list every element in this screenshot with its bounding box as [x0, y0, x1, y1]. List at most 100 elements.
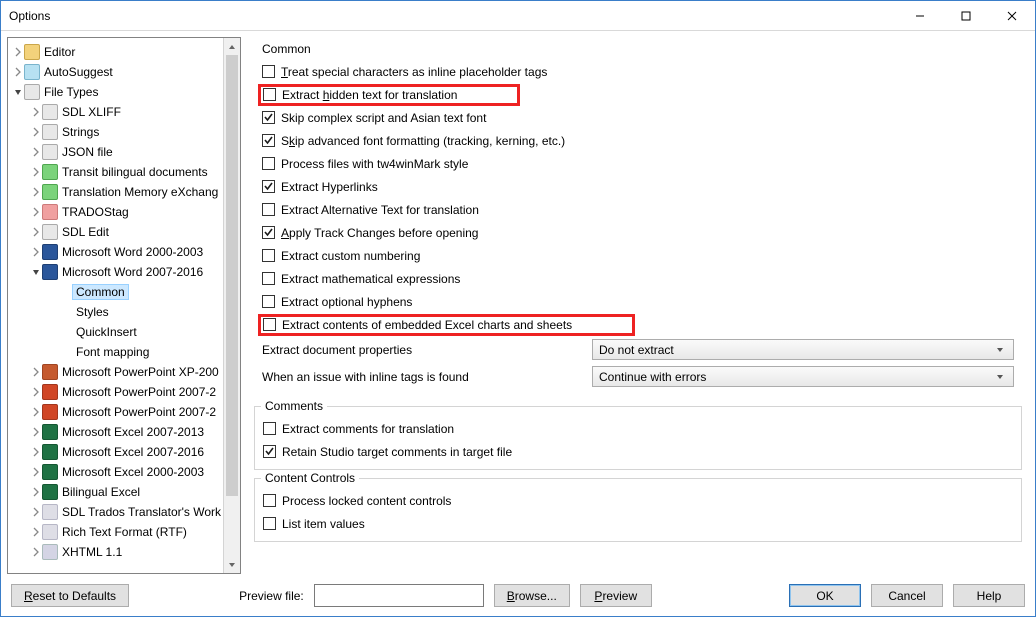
preview-file-input[interactable] [314, 584, 484, 607]
checkbox[interactable] [263, 517, 276, 530]
tree-node[interactable]: Styles [8, 302, 240, 322]
checkbox[interactable] [263, 318, 276, 331]
preview-file-label: Preview file: [239, 589, 304, 603]
checkbox[interactable] [263, 88, 276, 101]
checkbox-label[interactable]: Extract optional hyphens [281, 295, 412, 309]
checkbox-label[interactable]: Extract mathematical expressions [281, 272, 460, 286]
twisty-collapsed-icon[interactable] [30, 242, 42, 262]
checkbox[interactable] [263, 445, 276, 458]
twisty-collapsed-icon[interactable] [30, 482, 42, 502]
checkbox[interactable] [262, 65, 275, 78]
scroll-down-icon[interactable] [224, 556, 240, 573]
tree-node[interactable]: Font mapping [8, 342, 240, 362]
tree-node[interactable]: SDL Edit [8, 222, 240, 242]
tree-node-label: Rich Text Format (RTF) [62, 525, 187, 539]
checkbox-label[interactable]: Treat special characters as inline place… [281, 65, 547, 79]
twisty-collapsed-icon[interactable] [30, 222, 42, 242]
reset-defaults-button[interactable]: Reset to Defaults [11, 584, 129, 607]
checkbox[interactable] [262, 226, 275, 239]
twisty-collapsed-icon[interactable] [30, 122, 42, 142]
checkbox-label[interactable]: Extract custom numbering [281, 249, 420, 263]
cancel-button[interactable]: Cancel [871, 584, 943, 607]
browse-button[interactable]: Browse... [494, 584, 570, 607]
checkbox[interactable] [262, 272, 275, 285]
twisty-collapsed-icon[interactable] [30, 542, 42, 562]
checkbox-label[interactable]: List item values [282, 517, 365, 531]
close-button[interactable] [989, 1, 1035, 31]
checkbox-label[interactable]: Extract Hyperlinks [281, 180, 378, 194]
checkbox[interactable] [262, 249, 275, 262]
twisty-collapsed-icon[interactable] [30, 182, 42, 202]
tree-node[interactable]: Common [8, 282, 240, 302]
tree-node[interactable]: Microsoft Word 2000-2003 [8, 242, 240, 262]
twisty-collapsed-icon[interactable] [30, 522, 42, 542]
maximize-button[interactable] [943, 1, 989, 31]
twisty-expanded-icon[interactable] [12, 82, 24, 102]
checkbox-label[interactable]: Retain Studio target comments in target … [282, 445, 512, 459]
tree-node[interactable]: SDL Trados Translator's Work [8, 502, 240, 522]
tree-node[interactable]: AutoSuggest [8, 62, 240, 82]
tree-node[interactable]: Strings [8, 122, 240, 142]
checkbox[interactable] [262, 295, 275, 308]
tree-node[interactable]: QuickInsert [8, 322, 240, 342]
checkbox[interactable] [262, 203, 275, 216]
twisty-collapsed-icon[interactable] [30, 422, 42, 442]
tree-scrollbar[interactable] [223, 38, 240, 573]
scroll-thumb[interactable] [226, 55, 238, 496]
help-button[interactable]: Help [953, 584, 1025, 607]
checkbox[interactable] [263, 494, 276, 507]
twisty-collapsed-icon[interactable] [30, 362, 42, 382]
checkbox[interactable] [262, 157, 275, 170]
twisty-collapsed-icon[interactable] [30, 102, 42, 122]
twisty-collapsed-icon[interactable] [30, 382, 42, 402]
twisty-collapsed-icon[interactable] [30, 162, 42, 182]
tree-node[interactable]: Microsoft PowerPoint 2007-2 [8, 402, 240, 422]
checkbox-label[interactable]: Process locked content controls [282, 494, 451, 508]
tree-node[interactable]: TRADOStag [8, 202, 240, 222]
window-title: Options [9, 9, 50, 23]
tree-node[interactable]: Microsoft Excel 2007-2016 [8, 442, 240, 462]
preview-button[interactable]: Preview [580, 584, 652, 607]
checkbox[interactable] [262, 134, 275, 147]
tree-node[interactable]: Bilingual Excel [8, 482, 240, 502]
checkbox[interactable] [262, 111, 275, 124]
tree-node[interactable]: Editor [8, 42, 240, 62]
checkbox-label[interactable]: Skip complex script and Asian text font [281, 111, 486, 125]
tree-node[interactable]: File Types [8, 82, 240, 102]
ok-button[interactable]: OK [789, 584, 861, 607]
twisty-collapsed-icon[interactable] [30, 202, 42, 222]
tree-node[interactable]: Rich Text Format (RTF) [8, 522, 240, 542]
tree-node[interactable]: XHTML 1.1 [8, 542, 240, 562]
twisty-collapsed-icon[interactable] [30, 142, 42, 162]
twisty-collapsed-icon[interactable] [12, 42, 24, 62]
select-extract-doc-props[interactable]: Do not extract [592, 339, 1014, 360]
tree-node[interactable]: Microsoft Excel 2000-2003 [8, 462, 240, 482]
checkbox-label[interactable]: Skip advanced font formatting (tracking,… [281, 134, 565, 148]
checkbox-label[interactable]: Process files with tw4winMark style [281, 157, 468, 171]
tree-node[interactable]: Microsoft PowerPoint 2007-2 [8, 382, 240, 402]
tree-node[interactable]: JSON file [8, 142, 240, 162]
twisty-collapsed-icon[interactable] [12, 62, 24, 82]
tree-node[interactable]: Microsoft Word 2007-2016 [8, 262, 240, 282]
checkbox-label[interactable]: Apply Track Changes before opening [281, 226, 478, 240]
tree-node[interactable]: Transit bilingual documents [8, 162, 240, 182]
checkbox[interactable] [262, 180, 275, 193]
twisty-collapsed-icon[interactable] [30, 442, 42, 462]
checkbox[interactable] [263, 422, 276, 435]
twisty-collapsed-icon[interactable] [30, 502, 42, 522]
twisty-collapsed-icon[interactable] [30, 402, 42, 422]
tree-node[interactable]: Microsoft PowerPoint XP-200 [8, 362, 240, 382]
checkbox-label[interactable]: Extract contents of embedded Excel chart… [282, 318, 572, 332]
checkbox-label[interactable]: Extract Alternative Text for translation [281, 203, 479, 217]
twisty-expanded-icon[interactable] [30, 262, 42, 282]
tree-node[interactable]: Translation Memory eXchang [8, 182, 240, 202]
scroll-up-icon[interactable] [224, 38, 240, 55]
options-tree[interactable]: EditorAutoSuggestFile TypesSDL XLIFFStri… [7, 37, 241, 574]
checkbox-label[interactable]: Extract comments for translation [282, 422, 454, 436]
tree-node[interactable]: Microsoft Excel 2007-2013 [8, 422, 240, 442]
minimize-button[interactable] [897, 1, 943, 31]
select-inline-tags[interactable]: Continue with errors [592, 366, 1014, 387]
tree-node[interactable]: SDL XLIFF [8, 102, 240, 122]
checkbox-label[interactable]: Extract hidden text for translation [282, 88, 457, 102]
twisty-collapsed-icon[interactable] [30, 462, 42, 482]
